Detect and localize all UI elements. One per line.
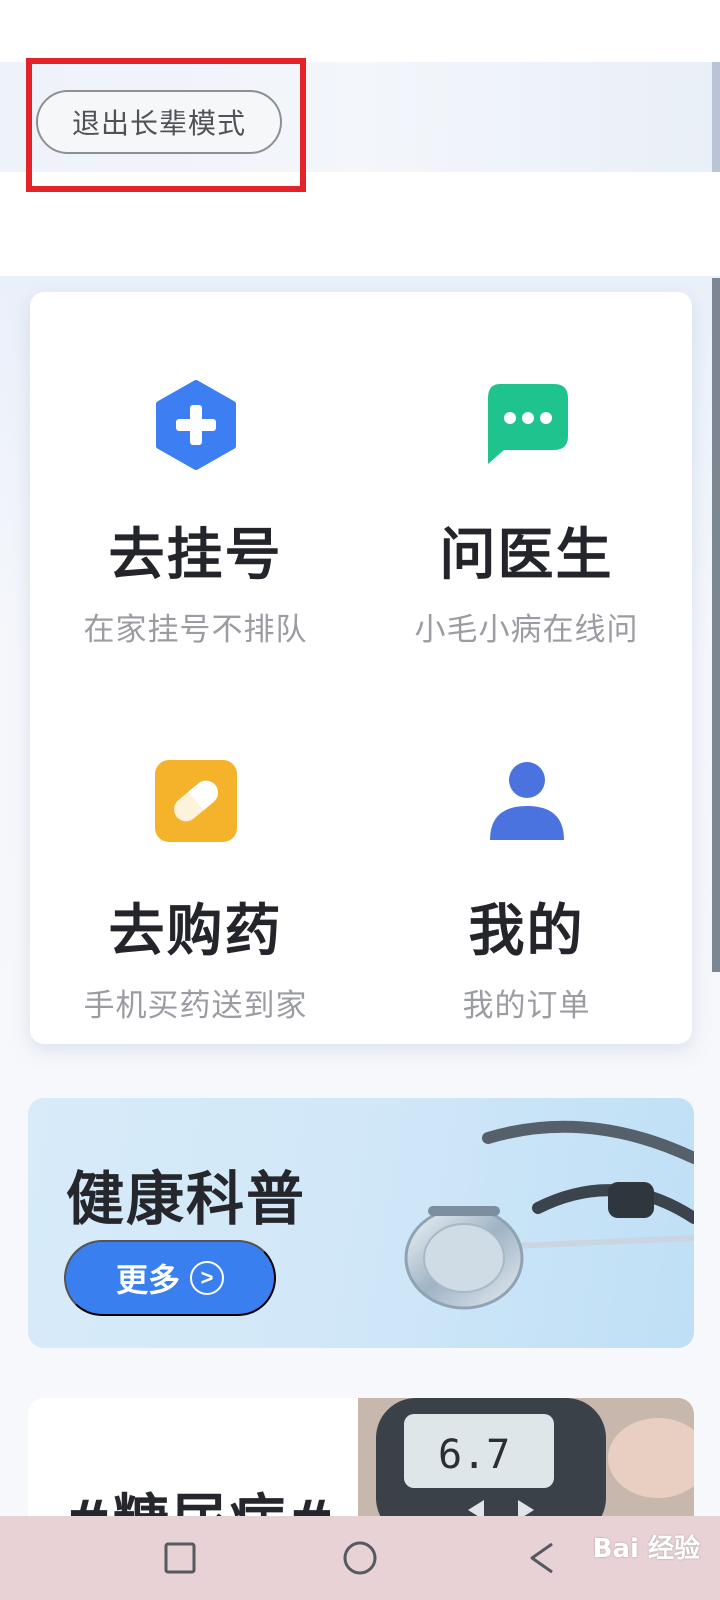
chevron-right-icon: > bbox=[190, 1261, 224, 1295]
menu-item-title: 问医生 bbox=[439, 523, 614, 588]
pill-icon bbox=[151, 756, 241, 846]
user-icon bbox=[482, 756, 572, 846]
scrollbar[interactable] bbox=[712, 278, 720, 972]
svg-text:6.7: 6.7 bbox=[438, 1432, 510, 1478]
recent-apps-icon[interactable] bbox=[160, 1538, 200, 1578]
menu-item-title: 去购药 bbox=[108, 899, 283, 964]
menu-item-buy-medicine[interactable]: 去购药 手机买药送到家 bbox=[30, 668, 361, 1044]
hexagon-plus-icon bbox=[151, 380, 241, 470]
stethoscope-image bbox=[404, 1120, 694, 1310]
exit-elder-mode-button[interactable]: 退出长辈模式 bbox=[36, 90, 282, 154]
scrollbar-top bbox=[712, 62, 720, 172]
menu-item-subtitle: 在家挂号不排队 bbox=[83, 612, 308, 648]
header-spacer bbox=[0, 172, 720, 276]
menu-item-subtitle: 小毛小病在线问 bbox=[414, 612, 639, 648]
home-icon[interactable] bbox=[340, 1538, 380, 1578]
status-area bbox=[0, 0, 720, 62]
menu-item-mine[interactable]: 我的 我的订单 bbox=[361, 668, 692, 1044]
chat-bubble-icon bbox=[482, 380, 572, 470]
menu-item-title: 我的 bbox=[468, 899, 585, 964]
menu-item-ask-doctor[interactable]: 问医生 小毛小病在线问 bbox=[361, 292, 692, 668]
menu-item-subtitle: 我的订单 bbox=[462, 988, 591, 1024]
menu-item-subtitle: 手机买药送到家 bbox=[83, 988, 308, 1024]
more-button[interactable]: 更多 > bbox=[64, 1240, 276, 1316]
more-label: 更多 bbox=[115, 1262, 180, 1298]
health-science-banner[interactable]: 健康科普 更多 > bbox=[28, 1098, 694, 1348]
menu-item-register[interactable]: 去挂号 在家挂号不排队 bbox=[30, 292, 361, 668]
watermark: Bai 经验 bbox=[592, 1534, 700, 1564]
back-icon[interactable] bbox=[522, 1538, 562, 1578]
menu-item-title: 去挂号 bbox=[108, 523, 283, 588]
banner-title: 健康科普 bbox=[66, 1165, 307, 1233]
main-menu-card: 去挂号 在家挂号不排队 问医生 小毛小病在线问 去购药 手机买药送到家 我的 我… bbox=[30, 292, 692, 1044]
